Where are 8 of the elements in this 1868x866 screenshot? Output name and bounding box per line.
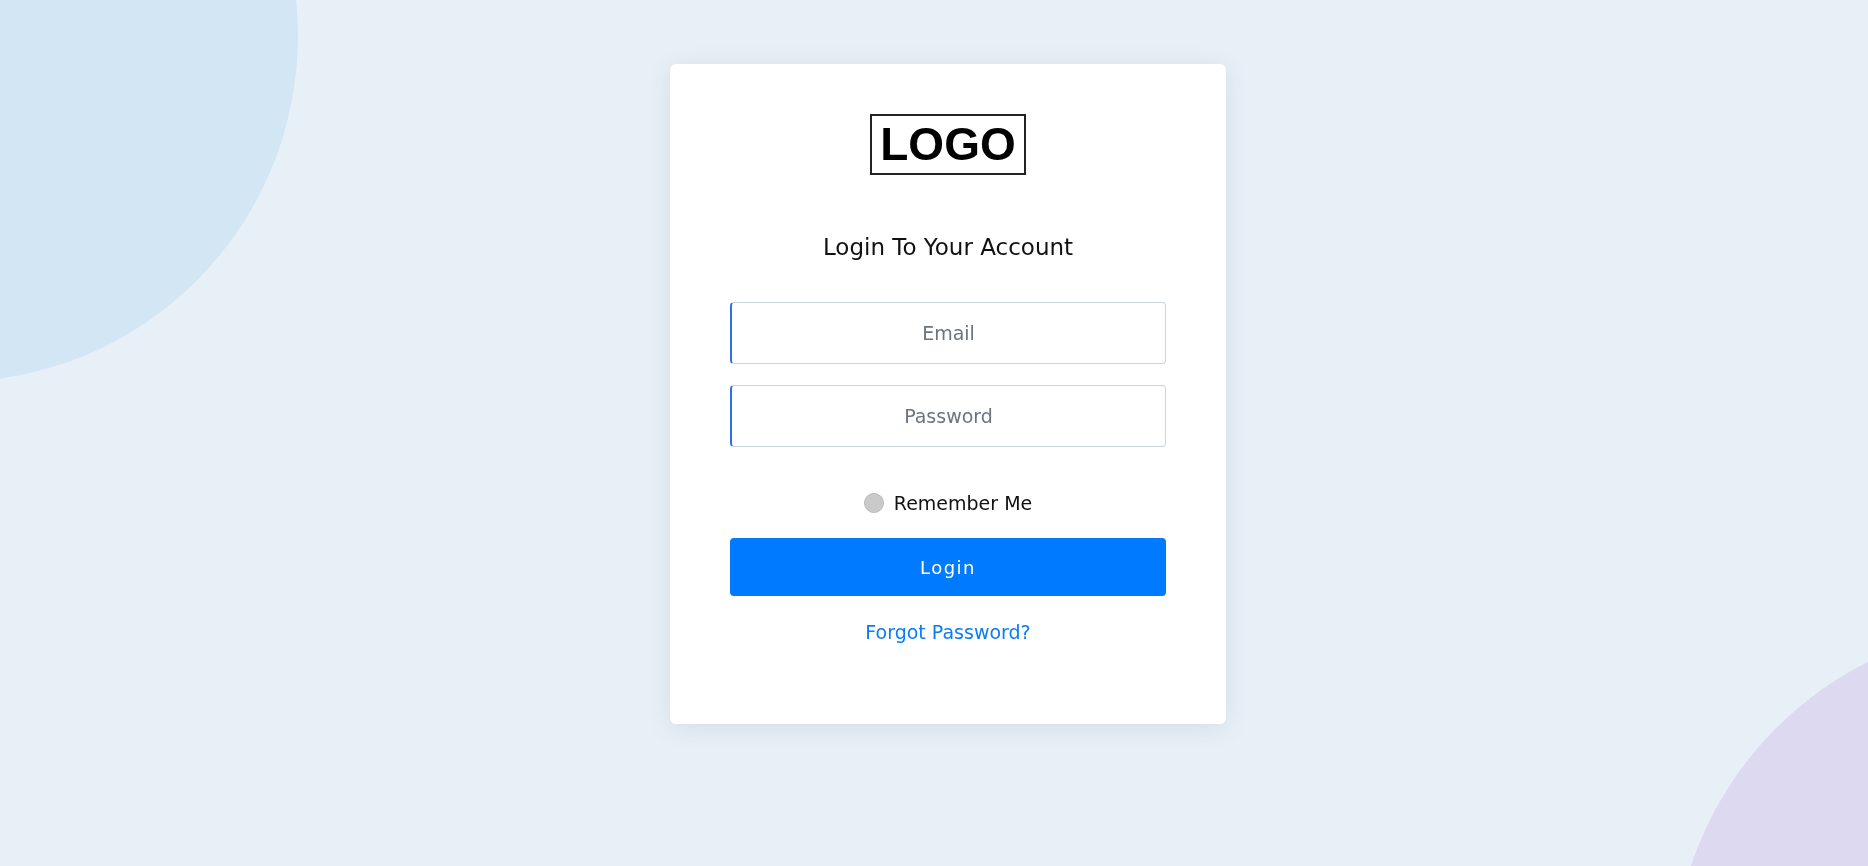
forgot-password-link[interactable]: Forgot Password?: [865, 620, 1031, 644]
remember-label[interactable]: Remember Me: [893, 492, 1033, 514]
form-title: Login To Your Account: [822, 233, 1074, 262]
input-field[interactable]: Password: [730, 385, 1166, 447]
remember-radio[interactable]: [863, 493, 884, 513]
login-button[interactable]: Login: [730, 538, 1166, 596]
logo: LOGO: [870, 114, 1026, 175]
input-field[interactable]: Email: [730, 302, 1166, 364]
